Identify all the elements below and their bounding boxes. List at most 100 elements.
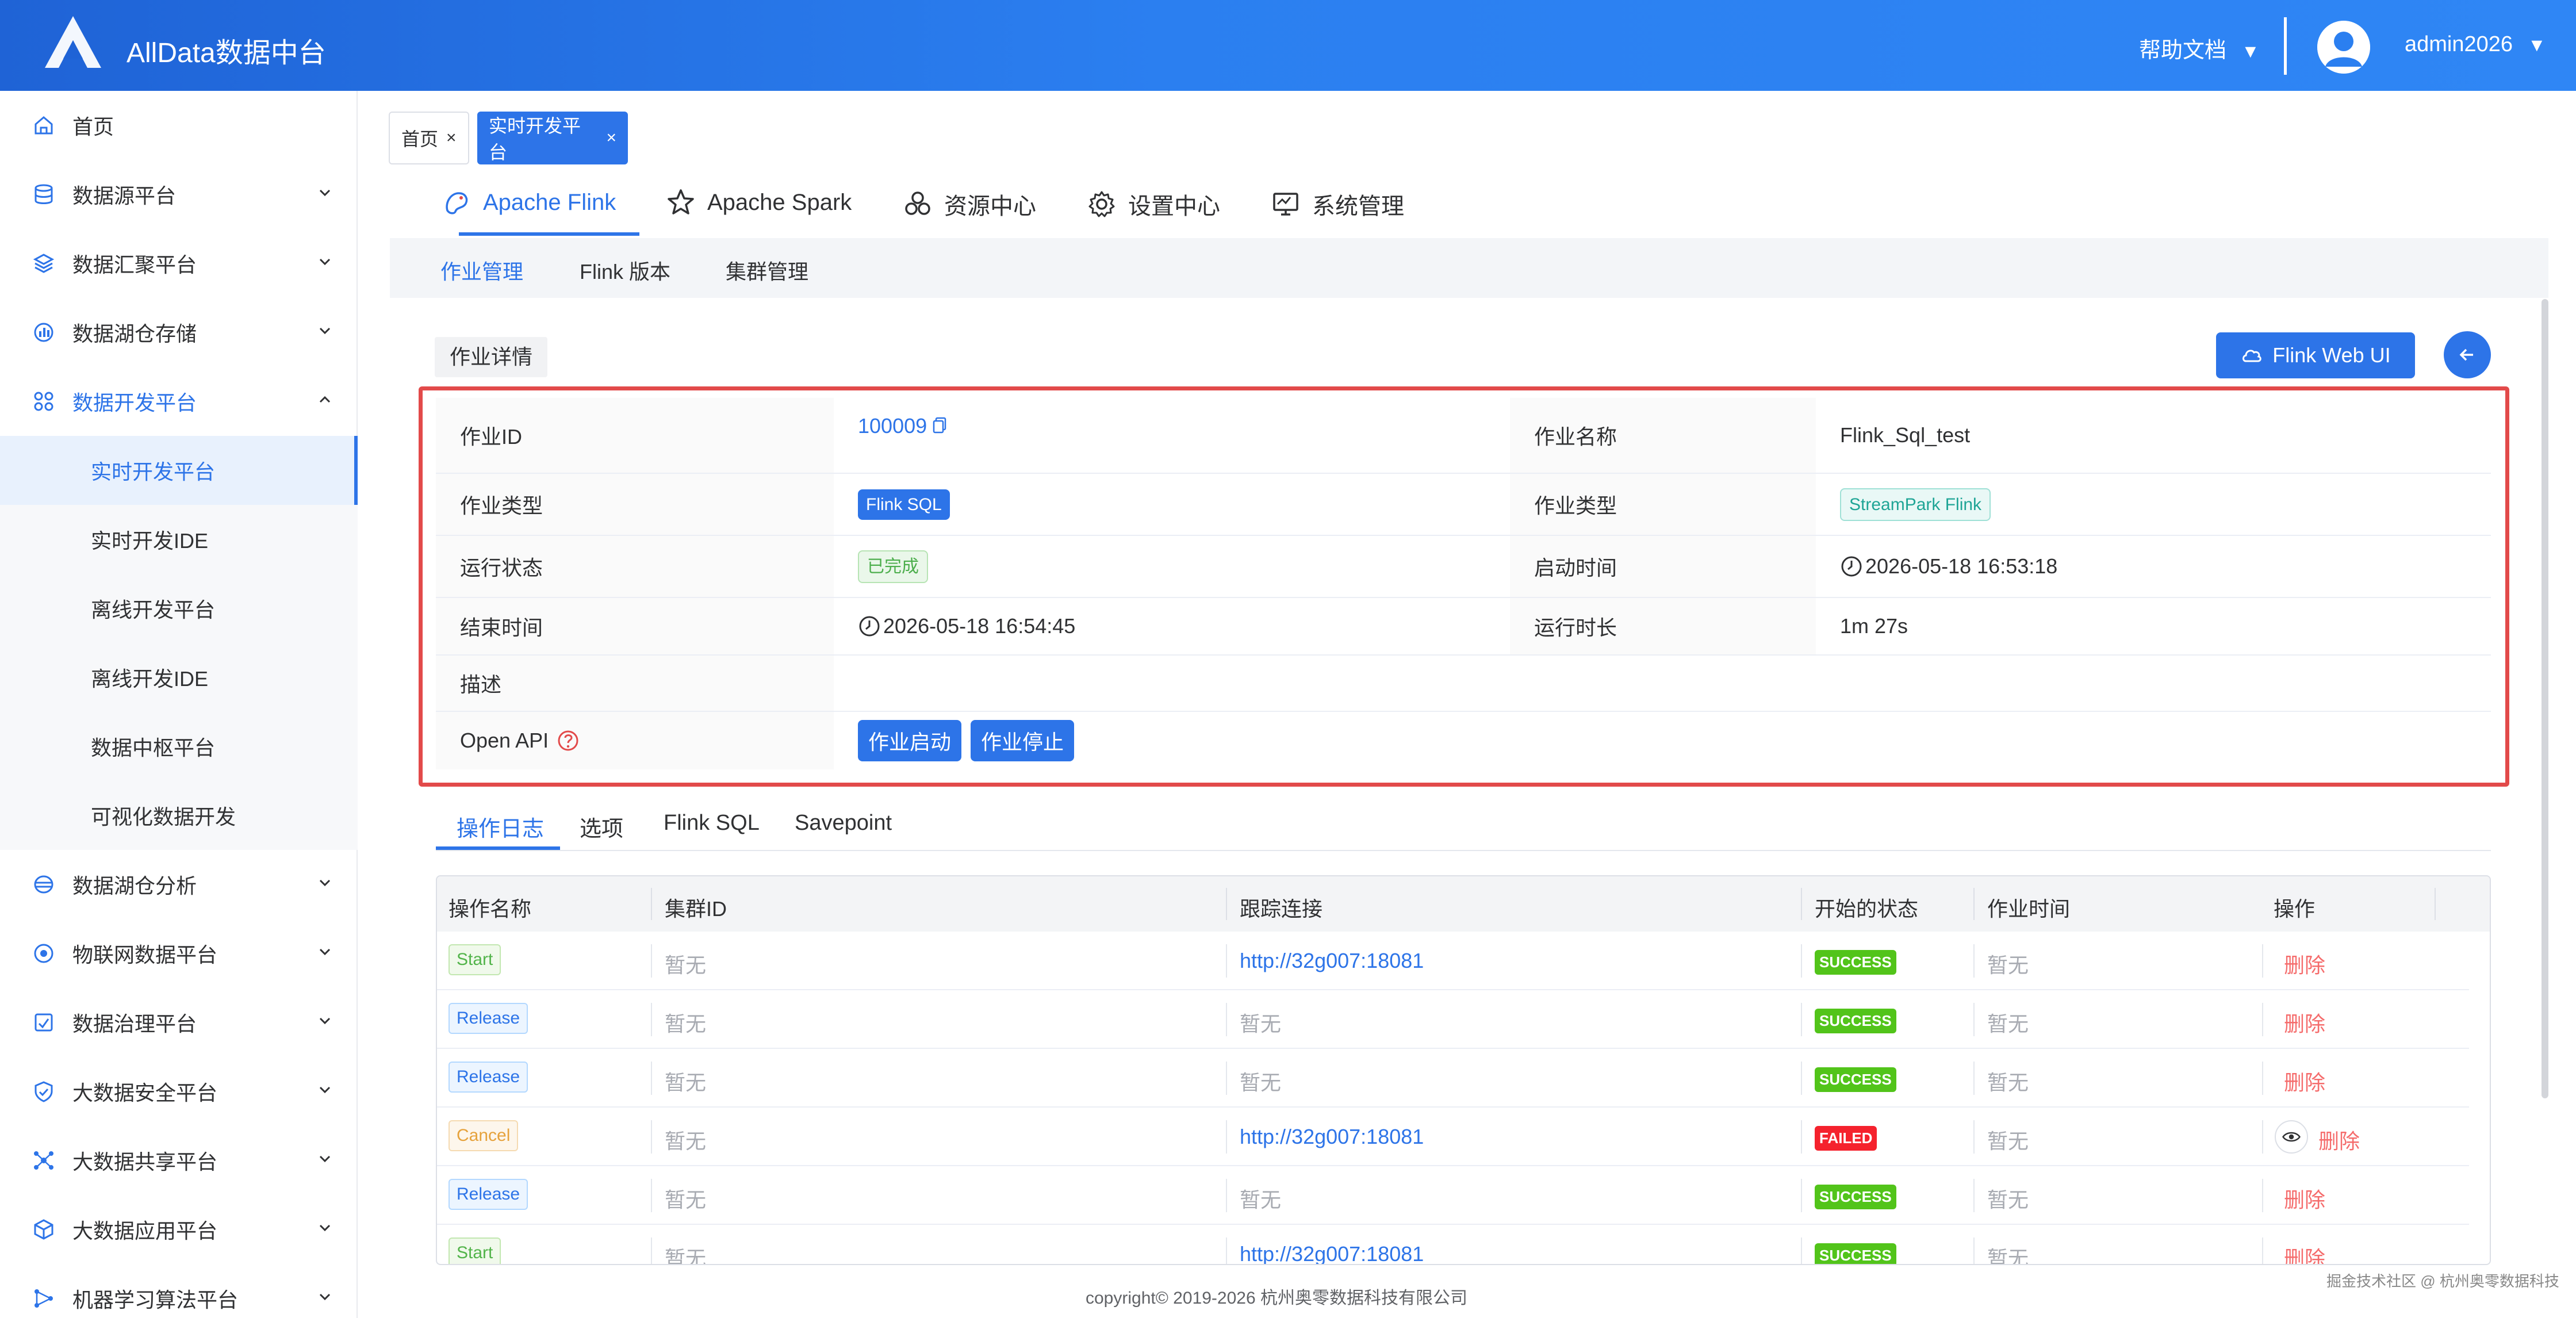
- detail-label: 作业类型: [1510, 474, 1816, 535]
- tab-savepoint[interactable]: Savepoint: [795, 811, 892, 836]
- detail-value-duration: 1m 27s: [1816, 598, 2491, 654]
- cell-separator: [2262, 1062, 2263, 1095]
- back-button[interactable]: [2444, 331, 2491, 378]
- detail-row: 作业类型 Flink SQL 作业类型 StreamPark Flink: [436, 474, 2491, 536]
- grid-icon: [34, 392, 53, 411]
- column-separator: [1801, 888, 1802, 920]
- sidebar-item-governance[interactable]: 数据治理平台: [0, 988, 358, 1057]
- cell-separator: [651, 1003, 652, 1036]
- cluster-id: 暂无: [665, 1129, 707, 1153]
- close-icon[interactable]: ×: [606, 128, 616, 148]
- sidebar-item-realtime-ide[interactable]: 实时开发IDE: [0, 505, 358, 574]
- sidebar-item-visual-dev[interactable]: 可视化数据开发: [0, 781, 358, 850]
- sidebar-item-label: 大数据应用平台: [72, 1219, 218, 1243]
- job-time: 暂无: [1987, 1247, 2029, 1265]
- top-header: AllData数据中台 帮助文档 ▼ admin2026 ▼: [0, 0, 2576, 91]
- sidebar-item-lakehouse-analysis[interactable]: 数据湖仓分析: [0, 850, 358, 919]
- api-start-button[interactable]: 作业启动: [858, 720, 962, 761]
- chevron-down-icon: [319, 948, 331, 956]
- sidebar-item-application[interactable]: 大数据应用平台: [0, 1195, 358, 1264]
- delete-button[interactable]: 删除: [2284, 949, 2325, 979]
- sidebar-item-label: 数据治理平台: [72, 1012, 197, 1036]
- sidebar-item-collection[interactable]: 数据汇聚平台: [0, 229, 358, 298]
- sidebar-item-ml[interactable]: 机器学习算法平台: [0, 1264, 358, 1318]
- cell-separator: [1801, 1120, 1802, 1154]
- app-title: AllData数据中台: [126, 38, 326, 68]
- tab-operation-log[interactable]: 操作日志: [457, 811, 544, 842]
- tab-system-management[interactable]: 系统管理: [1271, 187, 1404, 221]
- tab-resource-center[interactable]: 资源中心: [903, 187, 1036, 221]
- cell-separator: [2262, 1003, 2263, 1036]
- view-log-button[interactable]: [2275, 1120, 2308, 1154]
- table-row: Release 暂无 暂无 SUCCESS 暂无 删除: [437, 1049, 2469, 1108]
- sidebar-item-offline-ide[interactable]: 离线开发IDE: [0, 643, 358, 712]
- tag-realtime-dev[interactable]: 实时开发平台 ×: [477, 112, 628, 164]
- sidebar-item-realtime-dev[interactable]: 实时开发平台: [0, 436, 358, 505]
- detail-label: 运行状态: [436, 536, 834, 597]
- api-stop-button[interactable]: 作业停止: [971, 720, 1075, 761]
- tag-home-label: 首页: [401, 129, 439, 150]
- sidebar-item-share[interactable]: 大数据共享平台: [0, 1126, 358, 1195]
- chevron-down-icon: [319, 1017, 331, 1025]
- subtab-cluster-management[interactable]: 集群管理: [726, 255, 808, 285]
- delete-button[interactable]: 删除: [2284, 1066, 2325, 1096]
- tab-label: 资源中心: [944, 194, 1036, 219]
- cell-separator: [651, 1120, 652, 1154]
- user-menu[interactable]: admin2026 ▼: [2405, 32, 2546, 57]
- trace-link[interactable]: http://32g007:18081: [1240, 1242, 1424, 1264]
- sidebar-item-home[interactable]: 首页: [0, 91, 358, 160]
- sidebar-item-lakehouse-storage[interactable]: 数据湖仓存储: [0, 298, 358, 367]
- subtab-job-management[interactable]: 作业管理: [440, 255, 523, 285]
- tag-home[interactable]: 首页 ×: [389, 112, 469, 164]
- tab-options[interactable]: 选项: [580, 811, 623, 842]
- help-docs-menu[interactable]: 帮助文档 ▼: [2139, 32, 2260, 64]
- cell-separator: [651, 1179, 652, 1212]
- cell-separator: [1801, 1003, 1802, 1036]
- close-icon[interactable]: ×: [446, 128, 457, 148]
- avatar[interactable]: [2317, 21, 2370, 74]
- sidebar-item-datasource[interactable]: 数据源平台: [0, 160, 358, 229]
- shield-icon: [34, 1081, 53, 1102]
- sidebar-item-iot[interactable]: 物联网数据平台: [0, 919, 358, 988]
- sidebar-item-label: 数据汇聚平台: [72, 253, 197, 277]
- sidebar-item-label: 数据开发平台: [72, 391, 197, 415]
- copy-icon[interactable]: [931, 416, 949, 434]
- ml-icon: [34, 1289, 53, 1308]
- tab-apache-flink[interactable]: Apache Flink: [442, 187, 616, 217]
- sidebar-item-label: 物联网数据平台: [72, 943, 218, 967]
- cluster-id: 暂无: [665, 1012, 707, 1036]
- tab-flink-sql[interactable]: Flink SQL: [664, 811, 760, 836]
- trace-link[interactable]: http://32g007:18081: [1240, 1125, 1424, 1149]
- op-name-tag: Start: [448, 944, 501, 975]
- flink-web-ui-button[interactable]: Flink Web UI: [2216, 332, 2415, 378]
- delete-button[interactable]: 删除: [2284, 1242, 2325, 1264]
- delete-button[interactable]: 删除: [2318, 1125, 2360, 1155]
- delete-button[interactable]: 删除: [2284, 1007, 2325, 1037]
- subtab-flink-version[interactable]: Flink 版本: [580, 255, 670, 285]
- cluster-id: 暂无: [665, 1247, 707, 1265]
- tab-label: Apache Flink: [483, 189, 616, 215]
- delete-button[interactable]: 删除: [2284, 1183, 2325, 1213]
- question-icon[interactable]: [557, 729, 580, 752]
- tab-apache-spark[interactable]: Apache Spark: [666, 187, 852, 217]
- sidebar-item-dev-platform[interactable]: 数据开发平台: [0, 367, 358, 436]
- trace-empty: 暂无: [1240, 1188, 1282, 1212]
- active-tab-indicator: [436, 846, 560, 850]
- chevron-down-icon: [319, 1155, 331, 1163]
- trace-link[interactable]: http://32g007:18081: [1240, 949, 1424, 973]
- sidebar-item-security[interactable]: 大数据安全平台: [0, 1057, 358, 1126]
- footer-copyright: copyright© 2019-2026 杭州奥零数据科技有限公司: [1086, 1289, 1467, 1308]
- sidebar-item-label: 离线开发IDE: [91, 667, 209, 691]
- sidebar-item-offline-dev[interactable]: 离线开发平台: [0, 574, 358, 643]
- page-scrollbar[interactable]: [2542, 299, 2548, 1098]
- monitor-icon: [1273, 193, 1298, 216]
- tab-settings-center[interactable]: 设置中心: [1087, 187, 1220, 221]
- start-time: 2026-05-18 16:53:18: [1865, 554, 2058, 578]
- alldata-logo-icon[interactable]: [41, 12, 105, 75]
- user-name: admin2026: [2405, 32, 2513, 56]
- cell-separator: [1226, 944, 1227, 978]
- sidebar-item-data-hub[interactable]: 数据中枢平台: [0, 712, 358, 781]
- tab-label: Apache Spark: [707, 189, 852, 215]
- detail-row: 运行状态 已完成 启动时间 2026-05-18 16:53:18: [436, 536, 2491, 598]
- job-id-link[interactable]: 100009: [858, 414, 927, 438]
